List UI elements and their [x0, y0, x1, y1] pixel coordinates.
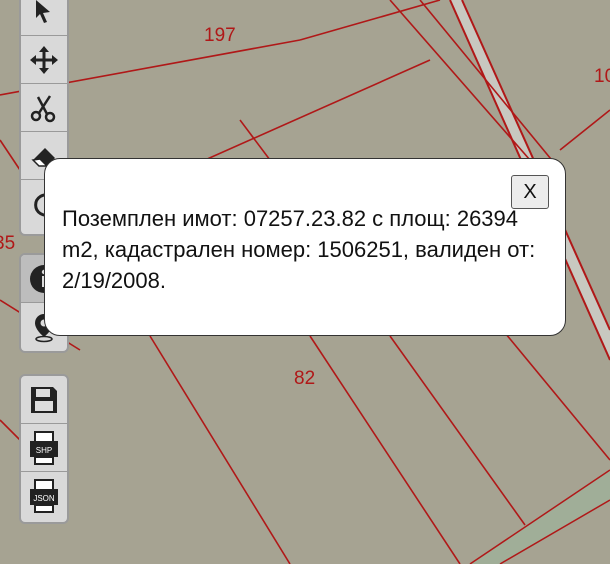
select-tool-button[interactable]: [21, 0, 67, 36]
parcel-label-82: 82: [294, 368, 316, 389]
shp-file-label: SHP: [36, 446, 52, 455]
move-arrows-icon: [30, 45, 58, 74]
save-button[interactable]: [21, 376, 67, 424]
parcel-info-text: Поземплен имот: 07257.23.82 с площ: 2639…: [62, 206, 536, 293]
json-file-label: JSON: [33, 494, 55, 503]
json-file-icon: JSON: [30, 479, 58, 513]
export-shp-button[interactable]: SHP: [21, 424, 67, 472]
parcel-label-197: 197: [204, 25, 236, 46]
scissors-icon: [30, 94, 56, 122]
parcel-info-popup: X Поземплен имот: 07257.23.82 с площ: 26…: [44, 158, 566, 336]
cursor-icon: [36, 0, 50, 23]
parcel-label-10: 10: [594, 66, 610, 87]
floppy-disk-icon: [31, 386, 57, 413]
file-toolbar: SHP JSON: [19, 374, 69, 524]
cut-tool-button[interactable]: [21, 84, 67, 132]
shp-file-icon: SHP: [30, 430, 58, 465]
pan-tool-button[interactable]: [21, 36, 67, 84]
export-json-button[interactable]: JSON: [21, 472, 67, 520]
parcel-label-35: 35: [0, 233, 16, 254]
